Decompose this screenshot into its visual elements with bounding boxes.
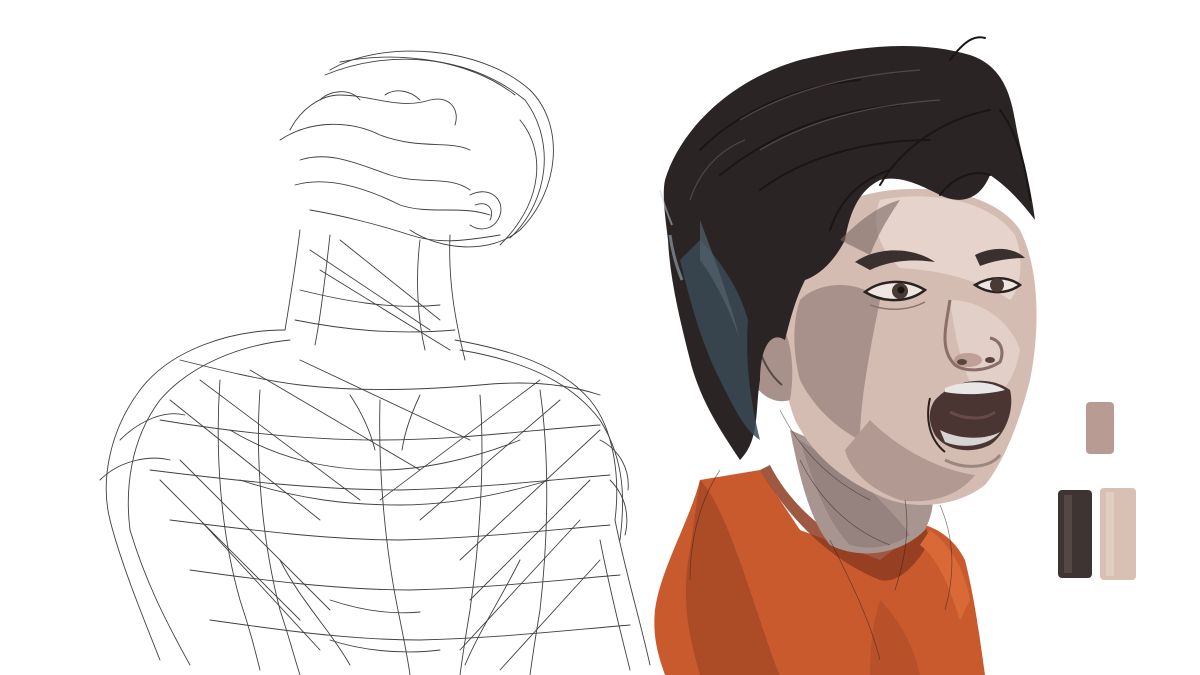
swatch-dark xyxy=(1058,490,1092,578)
artwork-svg xyxy=(99,36,1136,675)
color-swatches xyxy=(1058,402,1136,580)
swatch-skin-light xyxy=(1100,488,1136,580)
artwork-canvas xyxy=(0,0,1200,675)
swatch-skin-mid xyxy=(1086,402,1114,454)
line-sketch-figure xyxy=(99,50,651,675)
painted-portrait xyxy=(654,36,1037,675)
